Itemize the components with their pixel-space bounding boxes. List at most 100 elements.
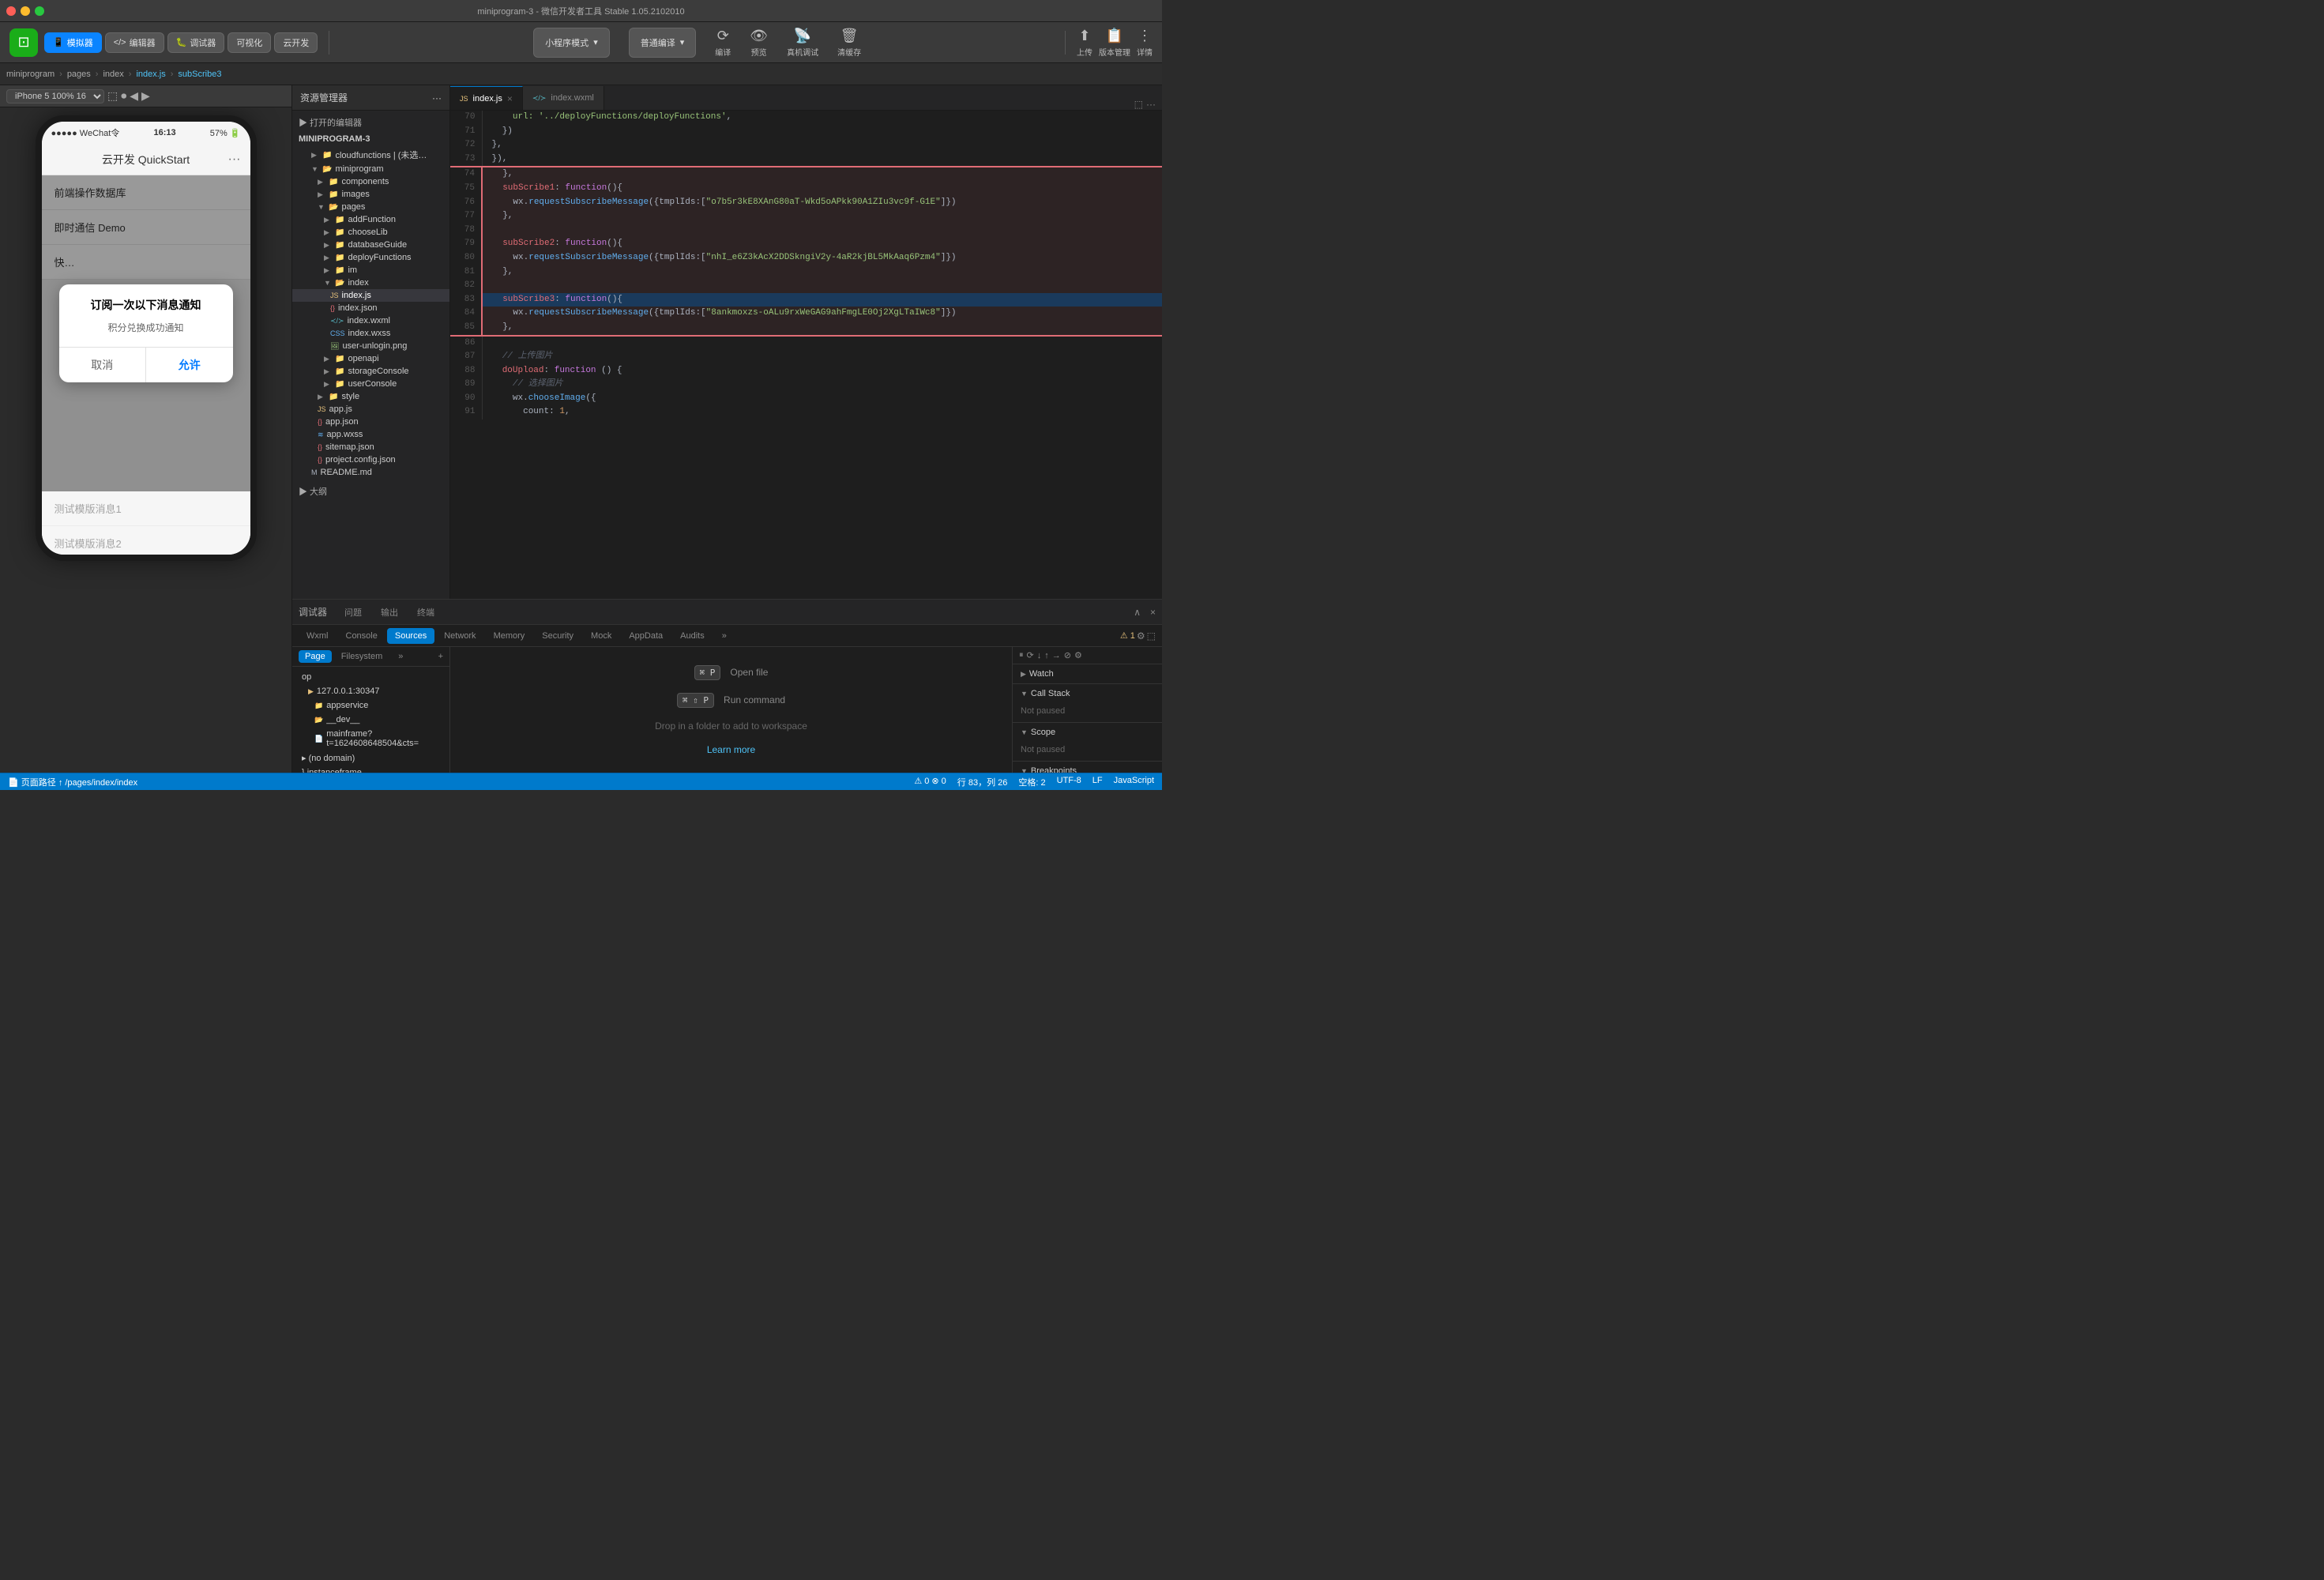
tree-item-appwxss[interactable]: ≋ app.wxss (292, 428, 449, 441)
maximize-button[interactable] (35, 6, 44, 16)
tree-item-appjson[interactable]: {} app.json (292, 416, 449, 428)
devtools-dock-icon[interactable]: ⬚ (1147, 630, 1156, 641)
phone-menu-item-4[interactable]: 测试模版消息1 (42, 491, 250, 526)
tree-item-sitemap[interactable]: {} sitemap.json (292, 441, 449, 453)
devtools-tab-audits[interactable]: Audits (672, 628, 713, 644)
phone-more-icon[interactable]: ··· (228, 152, 241, 167)
tree-item-index-js[interactable]: JS index.js (292, 289, 449, 302)
sources-tab-page[interactable]: Page (299, 650, 332, 663)
tree-item-index-wxml[interactable]: ≺/≻ index.wxml (292, 314, 449, 327)
sources-tab-more[interactable]: » (392, 650, 409, 663)
tree-item-user-unlogin[interactable]: 🖼 user-unlogin.png (292, 340, 449, 352)
debugger-btn[interactable]: 🐛 调试器 (167, 32, 225, 53)
sim-prev-icon[interactable]: ◀ (130, 89, 138, 103)
step-out-icon[interactable]: ↑ (1044, 651, 1049, 660)
debug-tab-issues[interactable]: 问题 (337, 603, 370, 622)
open-editors-section[interactable]: ▶ 打开的编辑器 (292, 114, 449, 131)
sources-item-dev[interactable]: 📂 __dev__ (292, 713, 449, 727)
compile-selector[interactable]: 普通编译 ▾ (629, 28, 697, 58)
tree-item-index-wxss[interactable]: CSS index.wxss (292, 327, 449, 340)
debug-tab-terminal[interactable]: 终端 (409, 603, 442, 622)
version-mgr-btn[interactable]: 📋 版本管理 (1099, 28, 1130, 58)
settings-debug-icon[interactable]: ⚙ (1074, 650, 1082, 660)
breadcrumb-item-4[interactable]: index.js (136, 70, 165, 79)
devtools-tab-appdata[interactable]: AppData (621, 628, 671, 644)
pause-icon[interactable]: ⏸ (1019, 650, 1024, 660)
sim-record-icon[interactable]: ⏺ (121, 89, 126, 103)
devtools-tab-network[interactable]: Network (436, 628, 483, 644)
detail-btn[interactable]: ⋮ 详情 (1137, 28, 1153, 58)
tree-item-projectconfig[interactable]: {} project.config.json (292, 453, 449, 466)
deactivate-icon[interactable]: ⊘ (1064, 650, 1071, 660)
step-into-icon[interactable]: ↓ (1037, 651, 1042, 660)
step-over-icon[interactable]: ⟳ (1027, 650, 1034, 660)
tab-index-wxml[interactable]: ≺/≻ index.wxml (523, 86, 604, 110)
step-icon[interactable]: → (1052, 651, 1061, 660)
visualize-btn[interactable]: 可视化 (228, 32, 271, 53)
view-mode-group[interactable]: 📱 模拟器 </> 编辑器 🐛 调试器 可视化 云开发 (44, 32, 318, 53)
editor-btn[interactable]: </> 编辑器 (105, 32, 164, 53)
devtools-tab-sources[interactable]: Sources (387, 628, 434, 644)
filetree-more-icon[interactable]: ··· (432, 92, 442, 103)
preview-btn[interactable]: 👁 预览 (750, 28, 768, 58)
editor-more-icon[interactable]: ··· (1146, 99, 1156, 110)
tab-index-js[interactable]: JS index.js × (450, 86, 523, 110)
minimize-button[interactable] (21, 6, 30, 16)
tree-item-storageconsole[interactable]: ▶ 📁 storageConsole (292, 365, 449, 378)
scope-header[interactable]: ▼ Scope (1013, 723, 1162, 742)
watch-header[interactable]: ▶ Watch (1013, 664, 1162, 683)
device-selector[interactable]: iPhone 5 100% 16 (6, 89, 104, 103)
tree-item-appjs[interactable]: JS app.js (292, 403, 449, 416)
tree-item-openapi[interactable]: ▶ 📁 openapi (292, 352, 449, 365)
devtools-tab-mock[interactable]: Mock (583, 628, 619, 644)
compile-btn[interactable]: ⟳ 编译 (715, 28, 731, 58)
call-stack-header[interactable]: ▼ Call Stack (1013, 684, 1162, 703)
breadcrumb-item-5[interactable]: subScribe3 (178, 70, 221, 79)
project-section[interactable]: MINIPROGRAM-3 (292, 131, 449, 147)
sources-new-icon[interactable]: + (438, 652, 443, 661)
devtools-tab-more[interactable]: » (714, 628, 735, 644)
tree-item-addfunction[interactable]: ▶ 📁 addFunction (292, 213, 449, 226)
tree-item-pages[interactable]: ▼ 📂 pages (292, 201, 449, 213)
tree-item-im[interactable]: ▶ 📁 im (292, 264, 449, 276)
window-controls[interactable] (6, 6, 44, 16)
close-button[interactable] (6, 6, 16, 16)
tab-close-index-js[interactable]: × (507, 93, 513, 104)
tree-item-cloudfunctions[interactable]: ▶ 📁 cloudfunctions | (未选… (292, 147, 449, 163)
tree-item-deployfunctions[interactable]: ▶ 📁 deployFunctions (292, 251, 449, 264)
breakpoints-header[interactable]: ▼ Breakpoints (1013, 762, 1162, 773)
devtools-tab-console[interactable]: Console (338, 628, 385, 644)
breadcrumb-item-3[interactable]: index (103, 70, 123, 79)
sources-item-appservice[interactable]: 📁 appservice (292, 698, 449, 713)
debug-panel-close-icon[interactable]: × (1150, 607, 1156, 618)
simulator-btn[interactable]: 📱 模拟器 (44, 32, 102, 53)
sim-next-icon[interactable]: ▶ (141, 89, 150, 103)
tree-item-readme[interactable]: M README.md (292, 466, 449, 479)
breadcrumb-item-1[interactable]: miniprogram (6, 70, 55, 79)
cloud-btn[interactable]: 云开发 (274, 32, 318, 53)
modal-confirm-btn[interactable]: 允许 (146, 348, 233, 382)
tree-item-index-folder[interactable]: ▼ 📂 index (292, 276, 449, 289)
tree-item-databaseguide[interactable]: ▶ 📁 databaseGuide (292, 239, 449, 251)
tree-item-components[interactable]: ▶ 📁 components (292, 175, 449, 188)
tree-item-userconsole[interactable]: ▶ 📁 userConsole (292, 378, 449, 390)
split-editor-icon[interactable]: ⬚ (1134, 99, 1143, 110)
devtools-tab-memory[interactable]: Memory (486, 628, 533, 644)
devtools-tab-security[interactable]: Security (534, 628, 581, 644)
mode-selector[interactable]: 小程序模式 ▾ (533, 28, 610, 58)
sources-item-instanceframe1[interactable]: } instanceframe (292, 766, 449, 773)
devtools-tab-wxml[interactable]: Wxml (299, 628, 337, 644)
sources-item-127[interactable]: ▶ 127.0.0.1:30347 (292, 684, 449, 698)
phone-menu-item-5[interactable]: 测试模版消息2 (42, 526, 250, 561)
breadcrumb-item-2[interactable]: pages (67, 70, 91, 79)
sources-tab-filesystem[interactable]: Filesystem (335, 650, 389, 663)
tree-item-miniprogram[interactable]: ▼ 📂 miniprogram (292, 163, 449, 175)
learn-more-link[interactable]: Learn more (707, 744, 755, 755)
sources-item-mainframe[interactable]: 📄 mainframe?t=1624608648504&cts= (292, 727, 449, 750)
debug-tab-output[interactable]: 输出 (373, 603, 406, 622)
tree-item-style[interactable]: ▶ 📁 style (292, 390, 449, 403)
outline-section[interactable]: ▶ 大纲 (292, 479, 449, 501)
tree-item-index-json[interactable]: {} index.json (292, 302, 449, 314)
sim-rotate-icon[interactable]: ⬚ (107, 89, 118, 103)
sources-item-nodomain[interactable]: ▸ (no domain) (292, 750, 449, 766)
